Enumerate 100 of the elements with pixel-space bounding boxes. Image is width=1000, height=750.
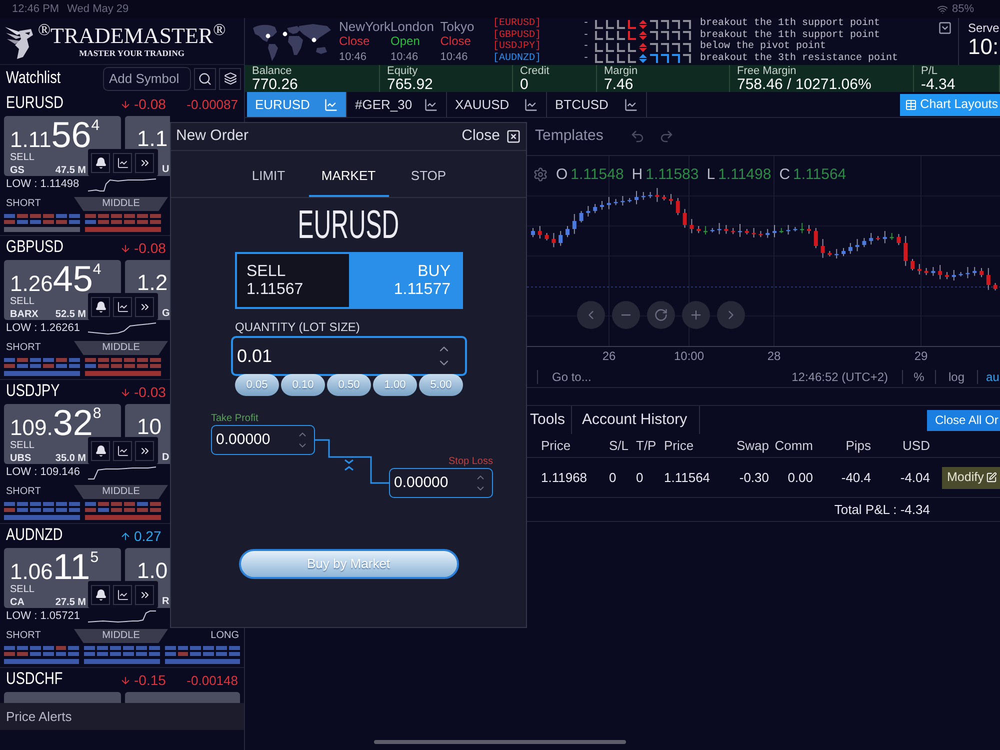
line-chart-icon[interactable] xyxy=(624,98,638,112)
ohlc-value: 1.11498 xyxy=(718,167,772,182)
symbol-name[interactable]: GBPUSD xyxy=(6,238,64,255)
ohlc-label: O xyxy=(556,167,568,182)
settings-icon[interactable] xyxy=(533,167,548,182)
status-time: 12:46 PM xyxy=(12,2,60,17)
column-header: Price xyxy=(663,436,695,455)
search-button[interactable] xyxy=(194,68,216,90)
modify-button[interactable]: Modify xyxy=(942,466,1000,488)
take-profit-field[interactable]: 0.00000 xyxy=(211,425,315,455)
account-value: 765.92 xyxy=(387,77,434,92)
chart-button[interactable] xyxy=(113,584,132,604)
stop-loss-field[interactable]: 0.00000 xyxy=(389,468,493,498)
ohlc-value: 1.11583 xyxy=(646,167,699,182)
more-button[interactable] xyxy=(135,296,154,316)
price-alert-button[interactable] xyxy=(91,440,110,460)
account-value: 7.46 xyxy=(604,77,634,92)
side-label: SELL xyxy=(10,584,34,596)
provider-name: CA xyxy=(10,597,24,609)
price-alert-button[interactable] xyxy=(91,584,110,604)
axis-label: 28 xyxy=(767,350,781,362)
city-name: London xyxy=(390,20,435,34)
double-chevron-icon[interactable] xyxy=(344,459,354,471)
scale-option[interactable]: % xyxy=(914,368,924,386)
add-symbol-field[interactable]: Add Symbol xyxy=(103,66,191,90)
order-side-option[interactable]: SELL 1.11567 xyxy=(236,254,348,307)
chart-time: 12:46:52 (UTC+2) xyxy=(792,368,888,386)
market-status: Close xyxy=(339,34,371,48)
sentiment-label: SHORT xyxy=(5,341,42,355)
signal-symbol[interactable]: [AUDNZD] xyxy=(493,54,583,64)
scale-option[interactable]: log xyxy=(948,368,964,386)
chart-button[interactable] xyxy=(113,152,132,172)
signal-separator: - xyxy=(583,42,590,52)
price-change: 0.27 xyxy=(134,529,162,543)
bell-icon xyxy=(94,444,106,456)
more-button[interactable] xyxy=(135,440,154,460)
close-button[interactable]: Close xyxy=(462,125,521,148)
column-header: Comm xyxy=(774,436,814,455)
chart-tab[interactable]: BTCUSD xyxy=(547,92,647,117)
sparkline xyxy=(88,320,156,336)
square-chevron-icon[interactable] xyxy=(938,21,952,35)
refresh-icon xyxy=(654,308,668,322)
chart-tab[interactable]: #GER_30 xyxy=(347,92,447,117)
status-date: Wed May 29 xyxy=(67,2,129,17)
table-cell-text: -40.4 xyxy=(840,468,872,487)
templates-button[interactable]: Templates xyxy=(535,125,604,148)
provider-name: G xyxy=(161,308,170,320)
close-all-button[interactable]: Close All Or xyxy=(927,410,1000,430)
provider-name: R xyxy=(161,596,170,608)
order-type-tab[interactable]: MARKET xyxy=(308,157,388,197)
order-type-tab[interactable]: LIMIT xyxy=(228,157,308,197)
side-label: SELL xyxy=(10,440,34,452)
more-button[interactable] xyxy=(135,584,154,604)
buy-price: 10 xyxy=(137,416,162,438)
symbol-name[interactable]: USDCHF xyxy=(6,670,63,687)
provider-name: U xyxy=(161,164,170,176)
account-value: 770.26 xyxy=(252,77,299,92)
plus-icon xyxy=(689,308,703,322)
chart-tab[interactable]: EURUSD xyxy=(247,92,347,117)
panel-tab[interactable]: Account History xyxy=(572,406,700,434)
layers-button[interactable] xyxy=(219,68,241,90)
signal-symbol[interactable]: [GBPUSD] xyxy=(493,30,583,41)
price-change: -0.08 xyxy=(134,97,166,111)
battery-percent: 85% xyxy=(952,2,974,17)
signal-separator: - xyxy=(583,54,590,64)
sentiment-label: MIDDLE xyxy=(74,485,168,499)
go-to-button[interactable]: Go to... xyxy=(552,368,592,386)
price-delta: -0.00148 xyxy=(186,674,238,686)
symbol-name[interactable]: USDJPY xyxy=(6,382,60,399)
line-chart-icon[interactable] xyxy=(424,98,438,112)
chart-button[interactable] xyxy=(113,440,132,460)
more-button[interactable] xyxy=(135,152,154,172)
symbol-name[interactable]: EURUSD xyxy=(6,94,64,111)
zoom-in-button[interactable] xyxy=(682,301,710,329)
take-profit-label: Take Profit xyxy=(211,413,260,425)
account-label: Balance xyxy=(252,65,293,77)
chart-tab[interactable]: XAUUSD xyxy=(447,92,547,117)
line-chart-icon[interactable] xyxy=(524,98,538,112)
sentiment-label: SHORT xyxy=(5,197,42,211)
edit-icon xyxy=(986,472,997,483)
signal-symbol[interactable]: [USDJPY] xyxy=(493,42,583,52)
table-cell-text: 1.11564 xyxy=(663,468,712,487)
wifi-icon xyxy=(936,4,948,14)
ohlc-label: H xyxy=(632,167,643,182)
reset-view-button[interactable] xyxy=(647,301,675,329)
price-alert-button[interactable] xyxy=(91,296,110,316)
price-alert-button[interactable] xyxy=(91,152,110,172)
column-header: S/L xyxy=(608,436,630,455)
bell-icon xyxy=(94,300,106,312)
scale-option[interactable]: au xyxy=(986,368,1000,386)
account-label: Credit xyxy=(520,65,550,77)
chart-button[interactable] xyxy=(113,296,132,316)
signal-symbol[interactable]: [EURUSD] xyxy=(493,19,583,30)
sentiment-label: LONG xyxy=(210,629,240,643)
price-alerts-tab[interactable]: Price Alerts xyxy=(0,703,244,730)
symbol-name[interactable]: AUDNZD xyxy=(6,526,63,543)
market-status: Close xyxy=(440,34,472,48)
close-icon xyxy=(506,129,521,144)
order-type-tab[interactable]: STOP xyxy=(388,157,468,197)
column-header: T/P xyxy=(635,436,657,455)
